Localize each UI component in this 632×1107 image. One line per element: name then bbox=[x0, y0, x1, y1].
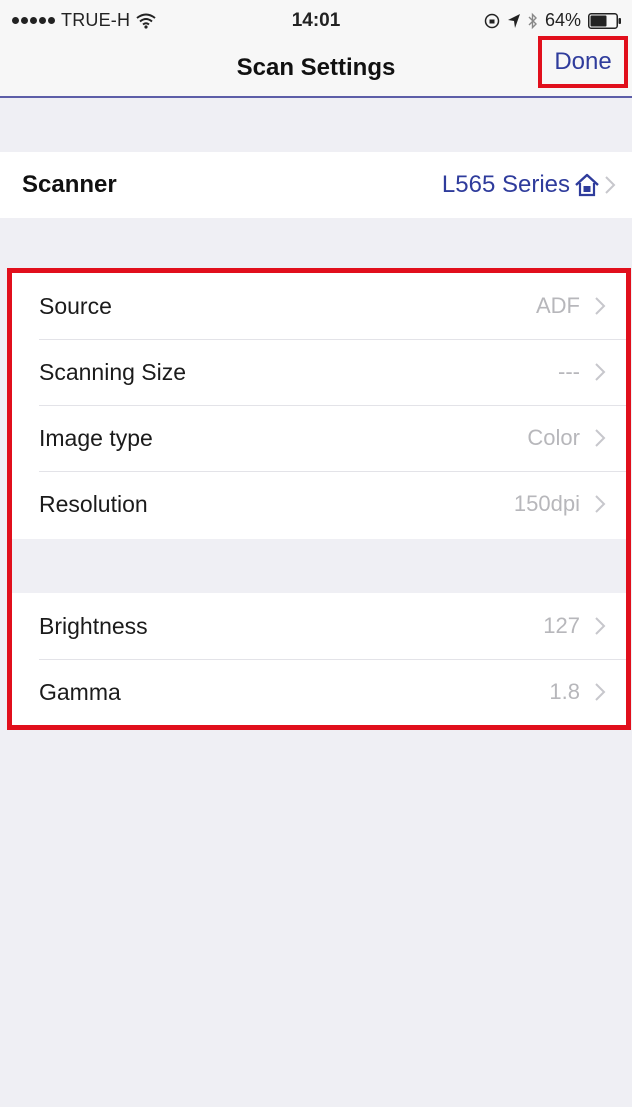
scanner-row[interactable]: Scanner L565 Series bbox=[0, 152, 632, 218]
chevron-right-icon bbox=[595, 429, 606, 447]
scanner-value: L565 Series bbox=[441, 171, 570, 198]
battery-icon bbox=[588, 12, 621, 29]
bluetooth-icon bbox=[528, 12, 537, 29]
settings-group-adjustments: Brightness 127 Gamma 1.8 bbox=[12, 593, 626, 725]
location-arrow-icon bbox=[507, 13, 520, 28]
status-bar: TRUE-H 14:01 64% bbox=[0, 0, 632, 40]
status-right: 64% bbox=[484, 10, 622, 31]
settings-group-image: Source ADF Scanning Size --- Image type … bbox=[12, 273, 626, 539]
done-button[interactable]: Done bbox=[538, 36, 628, 88]
chevron-right-icon bbox=[595, 363, 606, 381]
home-icon bbox=[575, 173, 599, 197]
orientation-lock-icon bbox=[484, 13, 500, 28]
row-label: Brightness bbox=[39, 612, 148, 639]
row-value: Color bbox=[527, 425, 580, 450]
row-value: ADF bbox=[536, 293, 580, 318]
row-label: Image type bbox=[39, 424, 153, 451]
row-value: 127 bbox=[543, 613, 580, 638]
resolution-row[interactable]: Resolution 150dpi bbox=[12, 471, 626, 537]
row-label: Scanning Size bbox=[39, 358, 187, 385]
gamma-row[interactable]: Gamma 1.8 bbox=[12, 659, 626, 725]
battery-percent: 64% bbox=[544, 10, 581, 30]
nav-bar: Scan Settings Done bbox=[0, 36, 632, 98]
row-label: Gamma bbox=[39, 678, 121, 705]
image-type-row[interactable]: Image type Color bbox=[12, 405, 626, 471]
row-label: Source bbox=[39, 292, 112, 319]
chevron-right-icon bbox=[595, 683, 606, 701]
brightness-row[interactable]: Brightness 127 bbox=[12, 593, 626, 659]
row-value: --- bbox=[558, 359, 580, 384]
scanning-size-row[interactable]: Scanning Size --- bbox=[12, 339, 626, 405]
source-row[interactable]: Source ADF bbox=[12, 273, 626, 339]
scanner-label: Scanner bbox=[22, 171, 117, 198]
row-value: 150dpi bbox=[513, 491, 580, 516]
row-value: 1.8 bbox=[549, 679, 580, 704]
chevron-right-icon bbox=[605, 176, 616, 194]
settings-highlight-frame: Source ADF Scanning Size --- Image type … bbox=[7, 268, 631, 730]
chevron-right-icon bbox=[595, 495, 606, 513]
chevron-right-icon bbox=[595, 617, 606, 635]
chevron-right-icon bbox=[595, 297, 606, 315]
row-label: Resolution bbox=[39, 490, 148, 517]
